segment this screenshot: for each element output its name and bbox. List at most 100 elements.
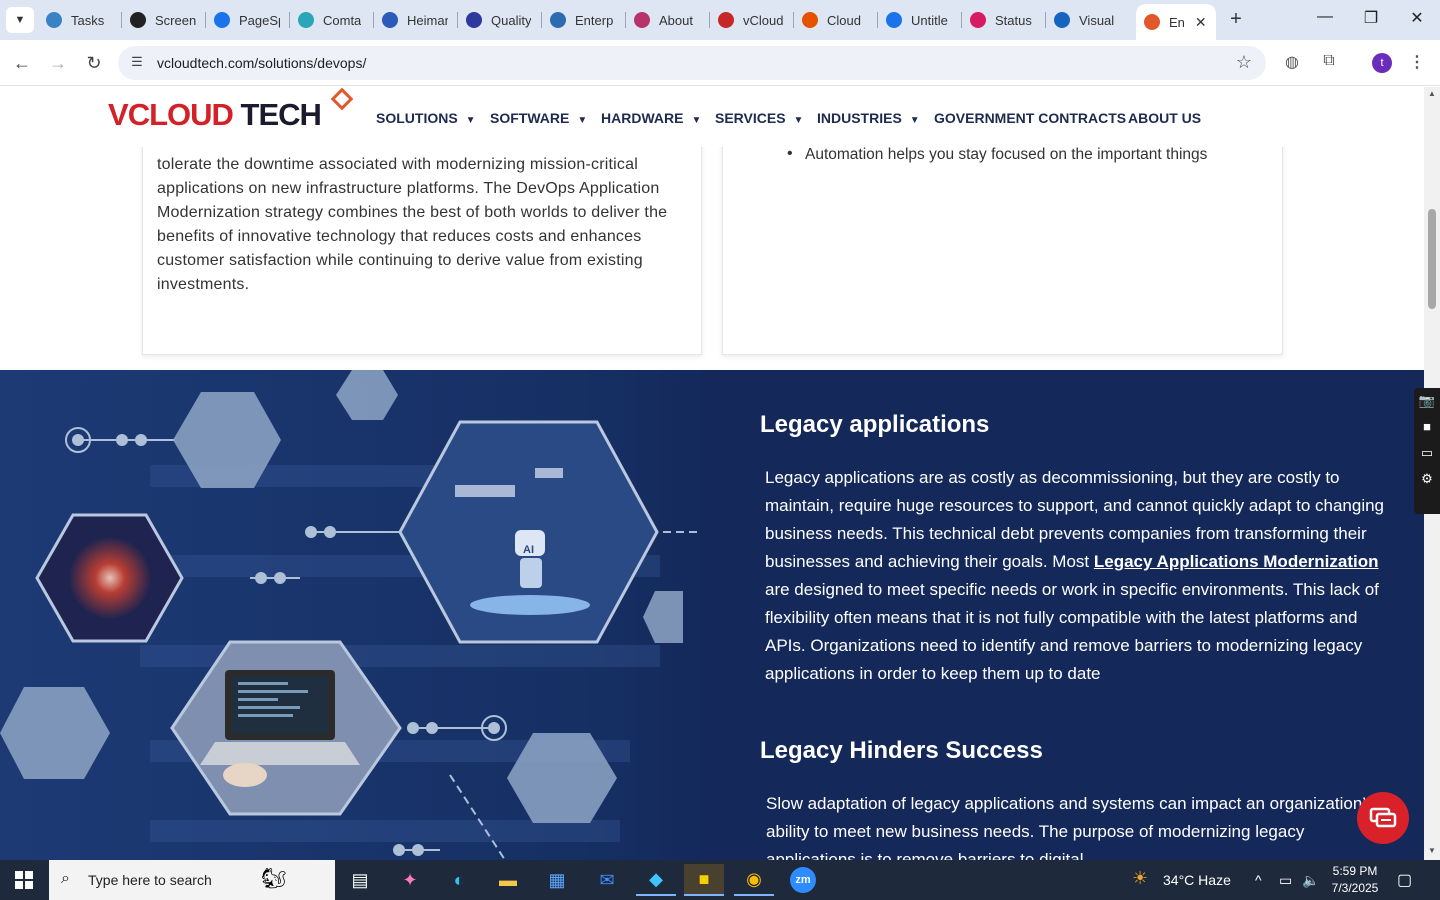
start-button[interactable] xyxy=(0,860,48,900)
weather-icon[interactable]: ☀ xyxy=(1132,868,1148,889)
nav-menu-item[interactable]: SOFTWARE ▼ xyxy=(490,110,587,126)
scrollbar-thumb[interactable] xyxy=(1428,209,1436,309)
app-diamond-icon[interactable]: ◆ xyxy=(636,864,676,896)
tab-separator xyxy=(121,12,122,28)
camera-icon[interactable]: 📷 xyxy=(1414,388,1440,414)
browser-tab[interactable]: Cloud xyxy=(794,4,876,36)
browser-tab[interactable]: Enterp xyxy=(542,4,624,36)
vcloudtech-logo[interactable]: VCLOUD TECH xyxy=(108,97,322,133)
extensions-icon[interactable]: ⧉ xyxy=(1318,52,1340,74)
browser-tab[interactable]: Screen xyxy=(122,4,204,36)
nav-menu-item[interactable]: GOVERNMENT CONTRACTS xyxy=(934,110,1126,126)
clock-date: 7/3/2025 xyxy=(1331,881,1379,895)
browser-tab[interactable]: vCloud xyxy=(710,4,792,36)
tab-separator xyxy=(877,12,878,28)
search-highlight-icon: 🐿 xyxy=(261,868,287,890)
tab-favicon-icon xyxy=(802,12,818,28)
mail-icon[interactable]: ✉ xyxy=(587,864,627,896)
browser-tab[interactable]: Status xyxy=(962,4,1044,36)
nav-menu-item[interactable]: SERVICES ▼ xyxy=(715,110,803,126)
tab-favicon-icon xyxy=(46,12,62,28)
video-icon[interactable]: ■ xyxy=(1414,414,1440,440)
chrome-icon[interactable]: ◉ xyxy=(734,864,774,896)
scroll-down-arrow-icon[interactable]: ▼ xyxy=(1424,846,1440,855)
tab-label: PageSp xyxy=(239,12,280,28)
address-bar[interactable]: ☰ vcloudtech.com/solutions/devops/ ☆ xyxy=(118,46,1266,80)
legacy-applications-paragraph: Legacy applications are as costly as dec… xyxy=(765,464,1390,688)
caret-down-icon: ▼ xyxy=(909,115,920,126)
tab-close-icon[interactable]: ✕ xyxy=(1195,14,1207,31)
page-viewport: tolerate the downtime associated with mo… xyxy=(0,87,1424,860)
tab-separator xyxy=(709,12,710,28)
tray-chevron-up-icon[interactable]: ^ xyxy=(1255,872,1262,888)
para1-text-after: are designed to meet specific needs or w… xyxy=(765,580,1379,683)
logo-v: V xyxy=(108,97,129,132)
nav-menu-item[interactable]: HARDWARE ▼ xyxy=(601,110,701,126)
new-tab-button[interactable]: + xyxy=(1224,8,1248,32)
nav-menu-item[interactable]: ABOUT US xyxy=(1128,110,1201,126)
volume-icon[interactable]: 🔈 xyxy=(1302,872,1319,889)
nav-menu-item[interactable]: INDUSTRIES ▼ xyxy=(817,110,920,126)
close-window-button[interactable]: ✕ xyxy=(1394,8,1440,32)
notifications-icon[interactable]: ▢ xyxy=(1397,870,1412,890)
window-icon[interactable]: ▭ xyxy=(1414,440,1440,466)
browser-tab[interactable]: PageSp xyxy=(206,4,288,36)
weather-text[interactable]: 34°C Haze xyxy=(1163,872,1231,888)
browser-tab[interactable]: Heiman xyxy=(374,4,456,36)
browser-tab[interactable]: Tasks xyxy=(38,4,120,36)
browser-tab[interactable]: Quality xyxy=(458,4,540,36)
nav-menu-item[interactable]: SOLUTIONS ▼ xyxy=(376,110,476,126)
sticky-notes-icon[interactable]: ■ xyxy=(684,864,724,896)
minimize-button[interactable]: — xyxy=(1302,8,1348,32)
bookmark-star-icon[interactable]: ☆ xyxy=(1236,52,1252,73)
edge-icon[interactable]: ◐ xyxy=(439,864,479,896)
settings-gear-icon[interactable]: ⚙ xyxy=(1414,466,1440,492)
taskbar-clock[interactable]: 5:59 PM 7/3/2025 xyxy=(1324,863,1386,897)
legacy-hinders-paragraph: Slow adaptation of legacy applications a… xyxy=(766,794,1375,860)
back-button[interactable]: ← xyxy=(10,51,34,75)
translate-icon[interactable]: ◍ xyxy=(1281,52,1303,74)
tab-label: Heiman xyxy=(407,12,448,28)
url-text: vcloudtech.com/solutions/devops/ xyxy=(157,55,367,71)
taskbar-search-placeholder: Type here to search xyxy=(88,872,212,888)
legacy-applications-modernization-link[interactable]: Legacy Applications Modernization xyxy=(1094,552,1379,571)
scroll-up-arrow-icon[interactable]: ▲ xyxy=(1424,89,1440,98)
reload-button[interactable]: ↻ xyxy=(82,51,106,75)
browser-menu-icon[interactable]: ⋮ xyxy=(1406,52,1428,74)
windows-logo-icon xyxy=(15,871,33,889)
nav-menu-label: INDUSTRIES xyxy=(817,110,902,126)
forward-button[interactable]: → xyxy=(46,51,70,75)
zoom-icon[interactable]: zm xyxy=(783,864,823,896)
store-icon[interactable]: ▦ xyxy=(537,864,577,896)
tab-favicon-icon xyxy=(550,12,566,28)
browser-toolbar: ← → ↻ ☰ vcloudtech.com/solutions/devops/… xyxy=(0,40,1440,86)
browser-tab[interactable]: About xyxy=(626,4,708,36)
nav-menu-label: HARDWARE xyxy=(601,110,684,126)
tab-separator xyxy=(1045,12,1046,28)
tab-separator xyxy=(373,12,374,28)
tab-label: Tasks xyxy=(71,12,105,28)
tab-search-button[interactable]: ▼ xyxy=(6,7,34,33)
copilot-icon[interactable]: ✦ xyxy=(390,864,430,896)
taskbar-search-box[interactable]: ⌕ Type here to search 🐿 xyxy=(49,860,335,900)
right-card-bullet: Automation helps you stay focused on the… xyxy=(787,145,1207,164)
chat-button[interactable] xyxy=(1357,792,1409,844)
browser-tab[interactable]: Visual xyxy=(1046,4,1128,36)
network-icon[interactable]: ▭ xyxy=(1279,872,1292,889)
profile-avatar[interactable]: t xyxy=(1372,53,1392,73)
tab-label: Comta xyxy=(323,12,362,28)
tab-favicon-icon xyxy=(298,12,314,28)
nav-menu-label: GOVERNMENT CONTRACTS xyxy=(934,110,1127,126)
task-view-icon[interactable]: ▤ xyxy=(340,864,380,896)
nav-menu-label: ABOUT US xyxy=(1128,110,1202,126)
tab-label: Status xyxy=(995,12,1032,28)
maximize-button[interactable]: ❐ xyxy=(1348,8,1394,32)
browser-tab[interactable]: En ✕ xyxy=(1136,4,1216,40)
tab-separator xyxy=(793,12,794,28)
browser-tab[interactable]: Untitle xyxy=(878,4,960,36)
chat-bubbles-icon xyxy=(1369,807,1397,828)
site-info-icon[interactable]: ☰ xyxy=(128,54,146,72)
tab-favicon-icon xyxy=(886,12,902,28)
file-explorer-icon[interactable]: ▬ xyxy=(488,864,528,896)
browser-tab[interactable]: Comta xyxy=(290,4,372,36)
